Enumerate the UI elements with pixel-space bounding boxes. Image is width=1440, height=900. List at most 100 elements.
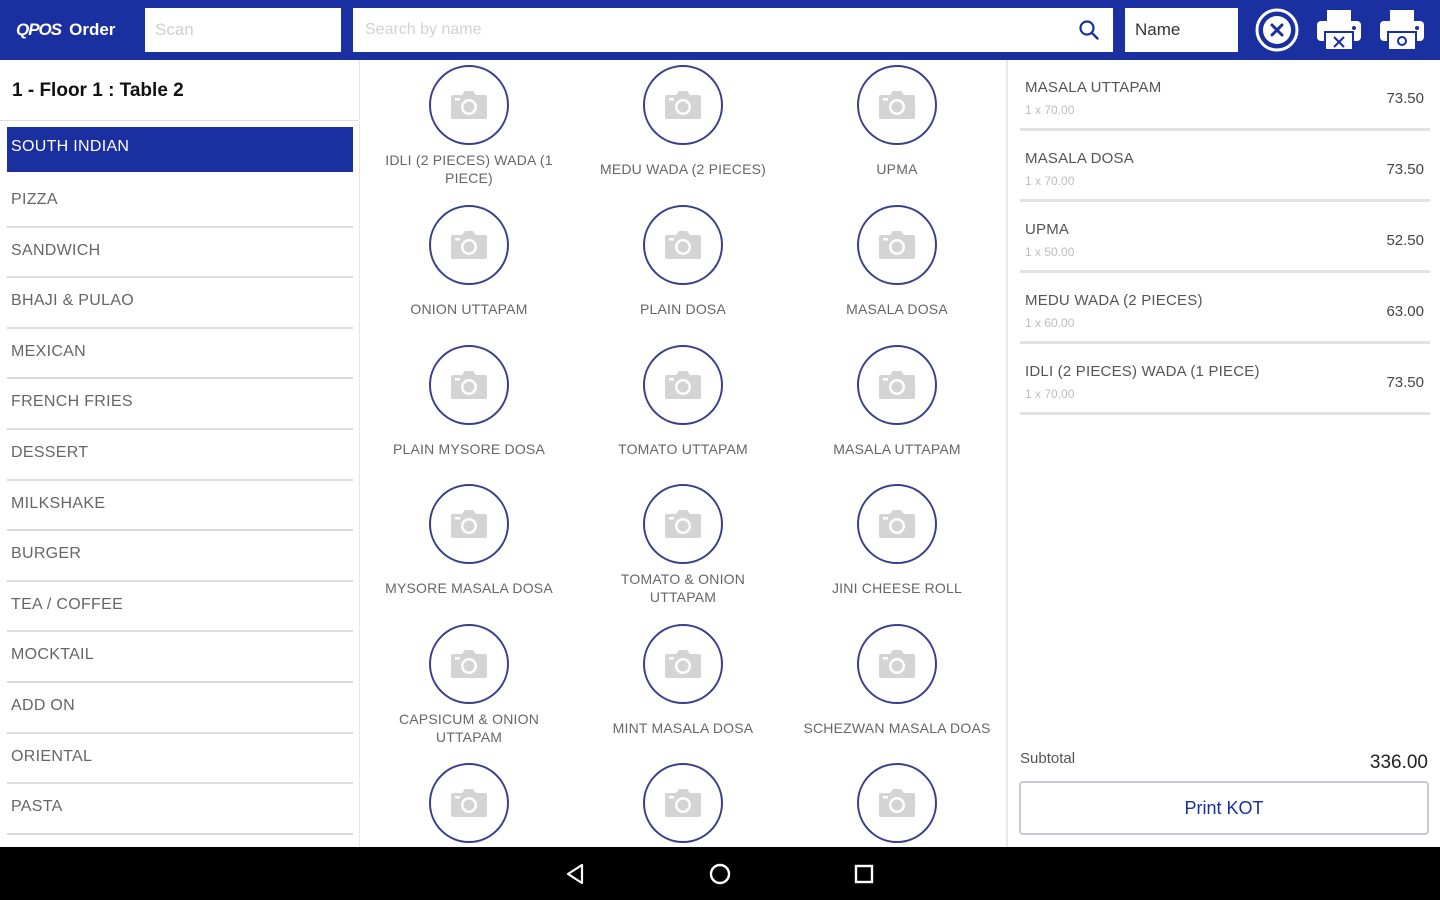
order-item[interactable]: MASALA UTTAPAM 1 x 70.00 73.50 xyxy=(1020,60,1430,131)
camera-icon xyxy=(451,650,487,678)
search-input[interactable] xyxy=(353,8,1053,52)
order-item[interactable]: UPMA 1 x 50.00 52.50 xyxy=(1020,202,1430,273)
camera-icon xyxy=(879,91,915,119)
recent-apps-button[interactable] xyxy=(850,860,878,888)
top-bar: QPOS Order Name xyxy=(0,0,1440,60)
product-name: MASALA UTTAPAM xyxy=(833,441,961,457)
category-item-tea-coffee[interactable]: TEA / COFFEE xyxy=(7,582,353,633)
product-image-placeholder xyxy=(643,484,723,564)
product-name: TOMATO & ONION UTTAPAM xyxy=(620,571,746,605)
close-circle-icon xyxy=(1255,8,1299,52)
product-card[interactable]: CAPSICUM & ONION UTTAPAM xyxy=(362,624,576,746)
camera-icon xyxy=(451,510,487,538)
category-item-french-fries[interactable]: FRENCH FRIES xyxy=(7,379,353,430)
scan-input[interactable] xyxy=(145,8,341,52)
order-item-name: MASALA UTTAPAM xyxy=(1025,79,1162,96)
order-item-qty: 1 x 70.00 xyxy=(1025,387,1075,401)
product-image-placeholder xyxy=(429,763,509,843)
camera-icon xyxy=(665,510,701,538)
category-item-dessert[interactable]: DESSERT xyxy=(7,430,353,481)
category-panel: 1 - Floor 1 : Table 2 SOUTH INDIAN PIZZA… xyxy=(0,60,360,847)
logo-mark: QPOS xyxy=(16,20,62,39)
printer-camera-icon xyxy=(1380,10,1424,51)
product-card[interactable]: TOMATO & ONION UTTAPAM xyxy=(576,484,790,606)
product-card[interactable]: MASALA DOSA xyxy=(790,205,1004,327)
product-name: PLAIN MYSORE DOSA xyxy=(393,441,545,457)
category-item-add-on[interactable]: ADD ON xyxy=(7,683,353,734)
product-name: IDLI (2 PIECES) WADA (1 PIECE) xyxy=(385,152,553,186)
product-image-placeholder xyxy=(429,484,509,564)
order-item-price: 63.00 xyxy=(1386,303,1424,320)
product-card[interactable] xyxy=(576,763,790,847)
back-button[interactable] xyxy=(562,860,590,888)
product-image-placeholder xyxy=(857,65,937,145)
order-panel: MASALA UTTAPAM 1 x 70.00 73.50 MASALA DO… xyxy=(1010,60,1440,847)
camera-icon xyxy=(451,789,487,817)
order-item-price: 73.50 xyxy=(1386,374,1424,391)
product-image-placeholder xyxy=(429,65,509,145)
order-item-qty: 1 x 50.00 xyxy=(1025,245,1075,259)
product-image-placeholder xyxy=(429,205,509,285)
category-item-mocktail[interactable]: MOCKTAIL xyxy=(7,632,353,683)
product-card[interactable]: IDLI (2 PIECES) WADA (1 PIECE) xyxy=(362,65,576,187)
order-item-qty: 1 x 60.00 xyxy=(1025,316,1075,330)
product-name: MEDU WADA (2 PIECES) xyxy=(599,161,767,177)
category-item-bhaji-pulao[interactable]: BHAJI & PULAO xyxy=(7,278,353,329)
subtotal-label: Subtotal xyxy=(1020,750,1076,767)
product-card[interactable]: UPMA xyxy=(790,65,1004,187)
category-item-south-indian[interactable]: SOUTH INDIAN xyxy=(7,127,353,172)
product-card[interactable] xyxy=(362,763,576,847)
close-button[interactable] xyxy=(1253,6,1301,54)
camera-icon xyxy=(879,789,915,817)
print-kot-text-button[interactable]: Print KOT xyxy=(1019,781,1429,835)
subtotal-value: 336.00 xyxy=(1369,752,1428,773)
camera-icon xyxy=(879,231,915,259)
print-kot-button[interactable] xyxy=(1376,6,1428,54)
camera-icon xyxy=(451,91,487,119)
product-image-placeholder xyxy=(429,624,509,704)
product-image-placeholder xyxy=(643,205,723,285)
home-button[interactable] xyxy=(706,860,734,888)
order-item[interactable]: MASALA DOSA 1 x 70.00 73.50 xyxy=(1020,131,1430,202)
product-card[interactable]: MASALA UTTAPAM xyxy=(790,345,1004,467)
product-name: TOMATO UTTAPAM xyxy=(618,441,748,457)
camera-icon xyxy=(451,231,487,259)
product-card[interactable] xyxy=(790,763,1004,847)
product-card[interactable]: MINT MASALA DOSA xyxy=(576,624,790,746)
category-item-burger[interactable]: BURGER xyxy=(7,531,353,582)
category-item-mexican[interactable]: MEXICAN xyxy=(7,329,353,380)
category-item-pasta[interactable]: PASTA xyxy=(7,784,353,835)
filter-select[interactable]: Name xyxy=(1125,8,1238,52)
order-item-price: 73.50 xyxy=(1386,161,1424,178)
product-card[interactable]: TOMATO UTTAPAM xyxy=(576,345,790,467)
product-image-placeholder xyxy=(857,763,937,843)
product-card[interactable]: PLAIN MYSORE DOSA xyxy=(362,345,576,467)
category-list: SOUTH INDIAN PIZZA SANDWICH BHAJI & PULA… xyxy=(7,127,353,835)
order-item[interactable]: MEDU WADA (2 PIECES) 1 x 60.00 63.00 xyxy=(1020,273,1430,344)
home-circle-icon xyxy=(709,863,731,885)
product-image-placeholder xyxy=(857,345,937,425)
category-item-milkshake[interactable]: MILKSHAKE xyxy=(7,481,353,532)
search-box xyxy=(353,8,1113,52)
category-item-oriental[interactable]: ORIENTAL xyxy=(7,734,353,785)
product-name: ONION UTTAPAM xyxy=(410,301,528,317)
search-icon[interactable] xyxy=(1077,18,1101,42)
product-card[interactable]: ONION UTTAPAM xyxy=(362,205,576,327)
order-item-name: MASALA DOSA xyxy=(1025,150,1134,167)
print-bill-button[interactable] xyxy=(1313,6,1365,54)
product-card[interactable]: MEDU WADA (2 PIECES) xyxy=(576,65,790,187)
category-item-pizza[interactable]: PIZZA xyxy=(7,177,353,228)
product-image-placeholder xyxy=(429,345,509,425)
product-grid: IDLI (2 PIECES) WADA (1 PIECE) MEDU WADA … xyxy=(361,60,1008,847)
camera-icon xyxy=(665,371,701,399)
product-name: MYSORE MASALA DOSA xyxy=(385,580,553,596)
product-name: CAPSICUM & ONION UTTAPAM xyxy=(398,711,540,745)
category-item-sandwich[interactable]: SANDWICH xyxy=(7,228,353,279)
back-triangle-icon xyxy=(566,863,584,885)
order-item[interactable]: IDLI (2 PIECES) WADA (1 PIECE) 1 x 70.00… xyxy=(1020,344,1430,415)
product-card[interactable]: MYSORE MASALA DOSA xyxy=(362,484,576,606)
product-card[interactable]: JINI CHEESE ROLL xyxy=(790,484,1004,606)
product-card[interactable]: PLAIN DOSA xyxy=(576,205,790,327)
product-name: MINT MASALA DOSA xyxy=(612,720,754,736)
product-card[interactable]: SCHEZWAN MASALA DOAS xyxy=(790,624,1004,746)
